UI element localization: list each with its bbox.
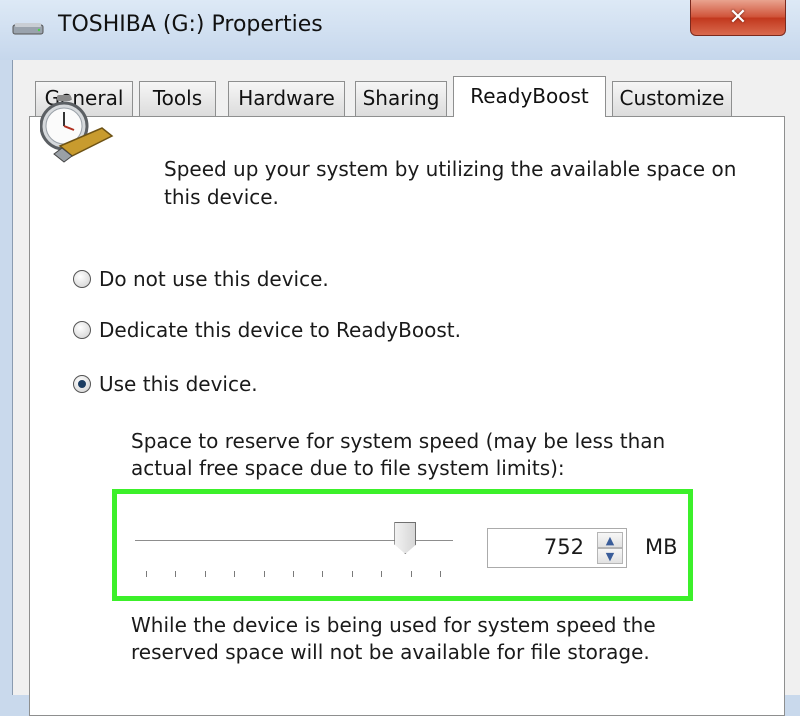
- radio-do-not-use[interactable]: Do not use this device.: [73, 267, 329, 291]
- slider-tick: [351, 571, 353, 577]
- reserve-size-input[interactable]: 752 ▲ ▼: [487, 528, 627, 568]
- slider-tick: [234, 571, 236, 577]
- reserve-size-value[interactable]: 752: [544, 535, 584, 559]
- slider-tick: [440, 571, 441, 577]
- close-button[interactable]: ✕: [690, 0, 786, 36]
- reserve-space-label: Space to reserve for system speed (may b…: [131, 429, 666, 480]
- window-title: TOSHIBA (G:) Properties: [58, 12, 323, 37]
- radio-button-selected[interactable]: [73, 375, 91, 393]
- radio-label: Do not use this device.: [99, 267, 329, 291]
- slider-tick: [293, 571, 294, 577]
- title-bar[interactable]: TOSHIBA (G:) Properties ✕: [0, 0, 800, 60]
- tab-customize[interactable]: Customize: [612, 81, 732, 116]
- spin-buttons: ▲ ▼: [597, 532, 623, 564]
- radio-use-device[interactable]: Use this device.: [73, 372, 258, 396]
- spin-up-arrow-icon[interactable]: ▲: [597, 532, 623, 548]
- slider-tick: [381, 571, 383, 577]
- slider-tick: [410, 571, 412, 577]
- radio-dedicate-device[interactable]: Dedicate this device to ReadyBoost.: [73, 318, 461, 342]
- tab-sharing[interactable]: Sharing: [355, 81, 447, 116]
- slider-tick: [204, 571, 206, 577]
- stopwatch-usb-icon: [40, 95, 114, 163]
- radio-label: Use this device.: [99, 372, 258, 396]
- drive-icon: [12, 23, 44, 35]
- readyboost-description: Speed up your system by utilizing the av…: [164, 157, 737, 209]
- close-icon: ✕: [728, 5, 748, 30]
- tab-readyboost[interactable]: ReadyBoost: [453, 76, 606, 117]
- slider-tick: [175, 571, 177, 577]
- slider-tick: [322, 571, 324, 577]
- slider-tick: [146, 571, 147, 577]
- radio-label: Dedicate this device to ReadyBoost.: [99, 318, 461, 342]
- tab-hardware[interactable]: Hardware: [228, 81, 345, 116]
- tab-tools[interactable]: Tools: [139, 81, 216, 116]
- radio-button[interactable]: [73, 321, 91, 339]
- reserved-space-note: While the device is being used for syste…: [131, 613, 656, 664]
- radio-button[interactable]: [73, 270, 91, 288]
- slider-tick: [263, 571, 265, 577]
- spin-down-arrow-icon[interactable]: ▼: [597, 548, 623, 564]
- unit-label: MB: [645, 535, 678, 559]
